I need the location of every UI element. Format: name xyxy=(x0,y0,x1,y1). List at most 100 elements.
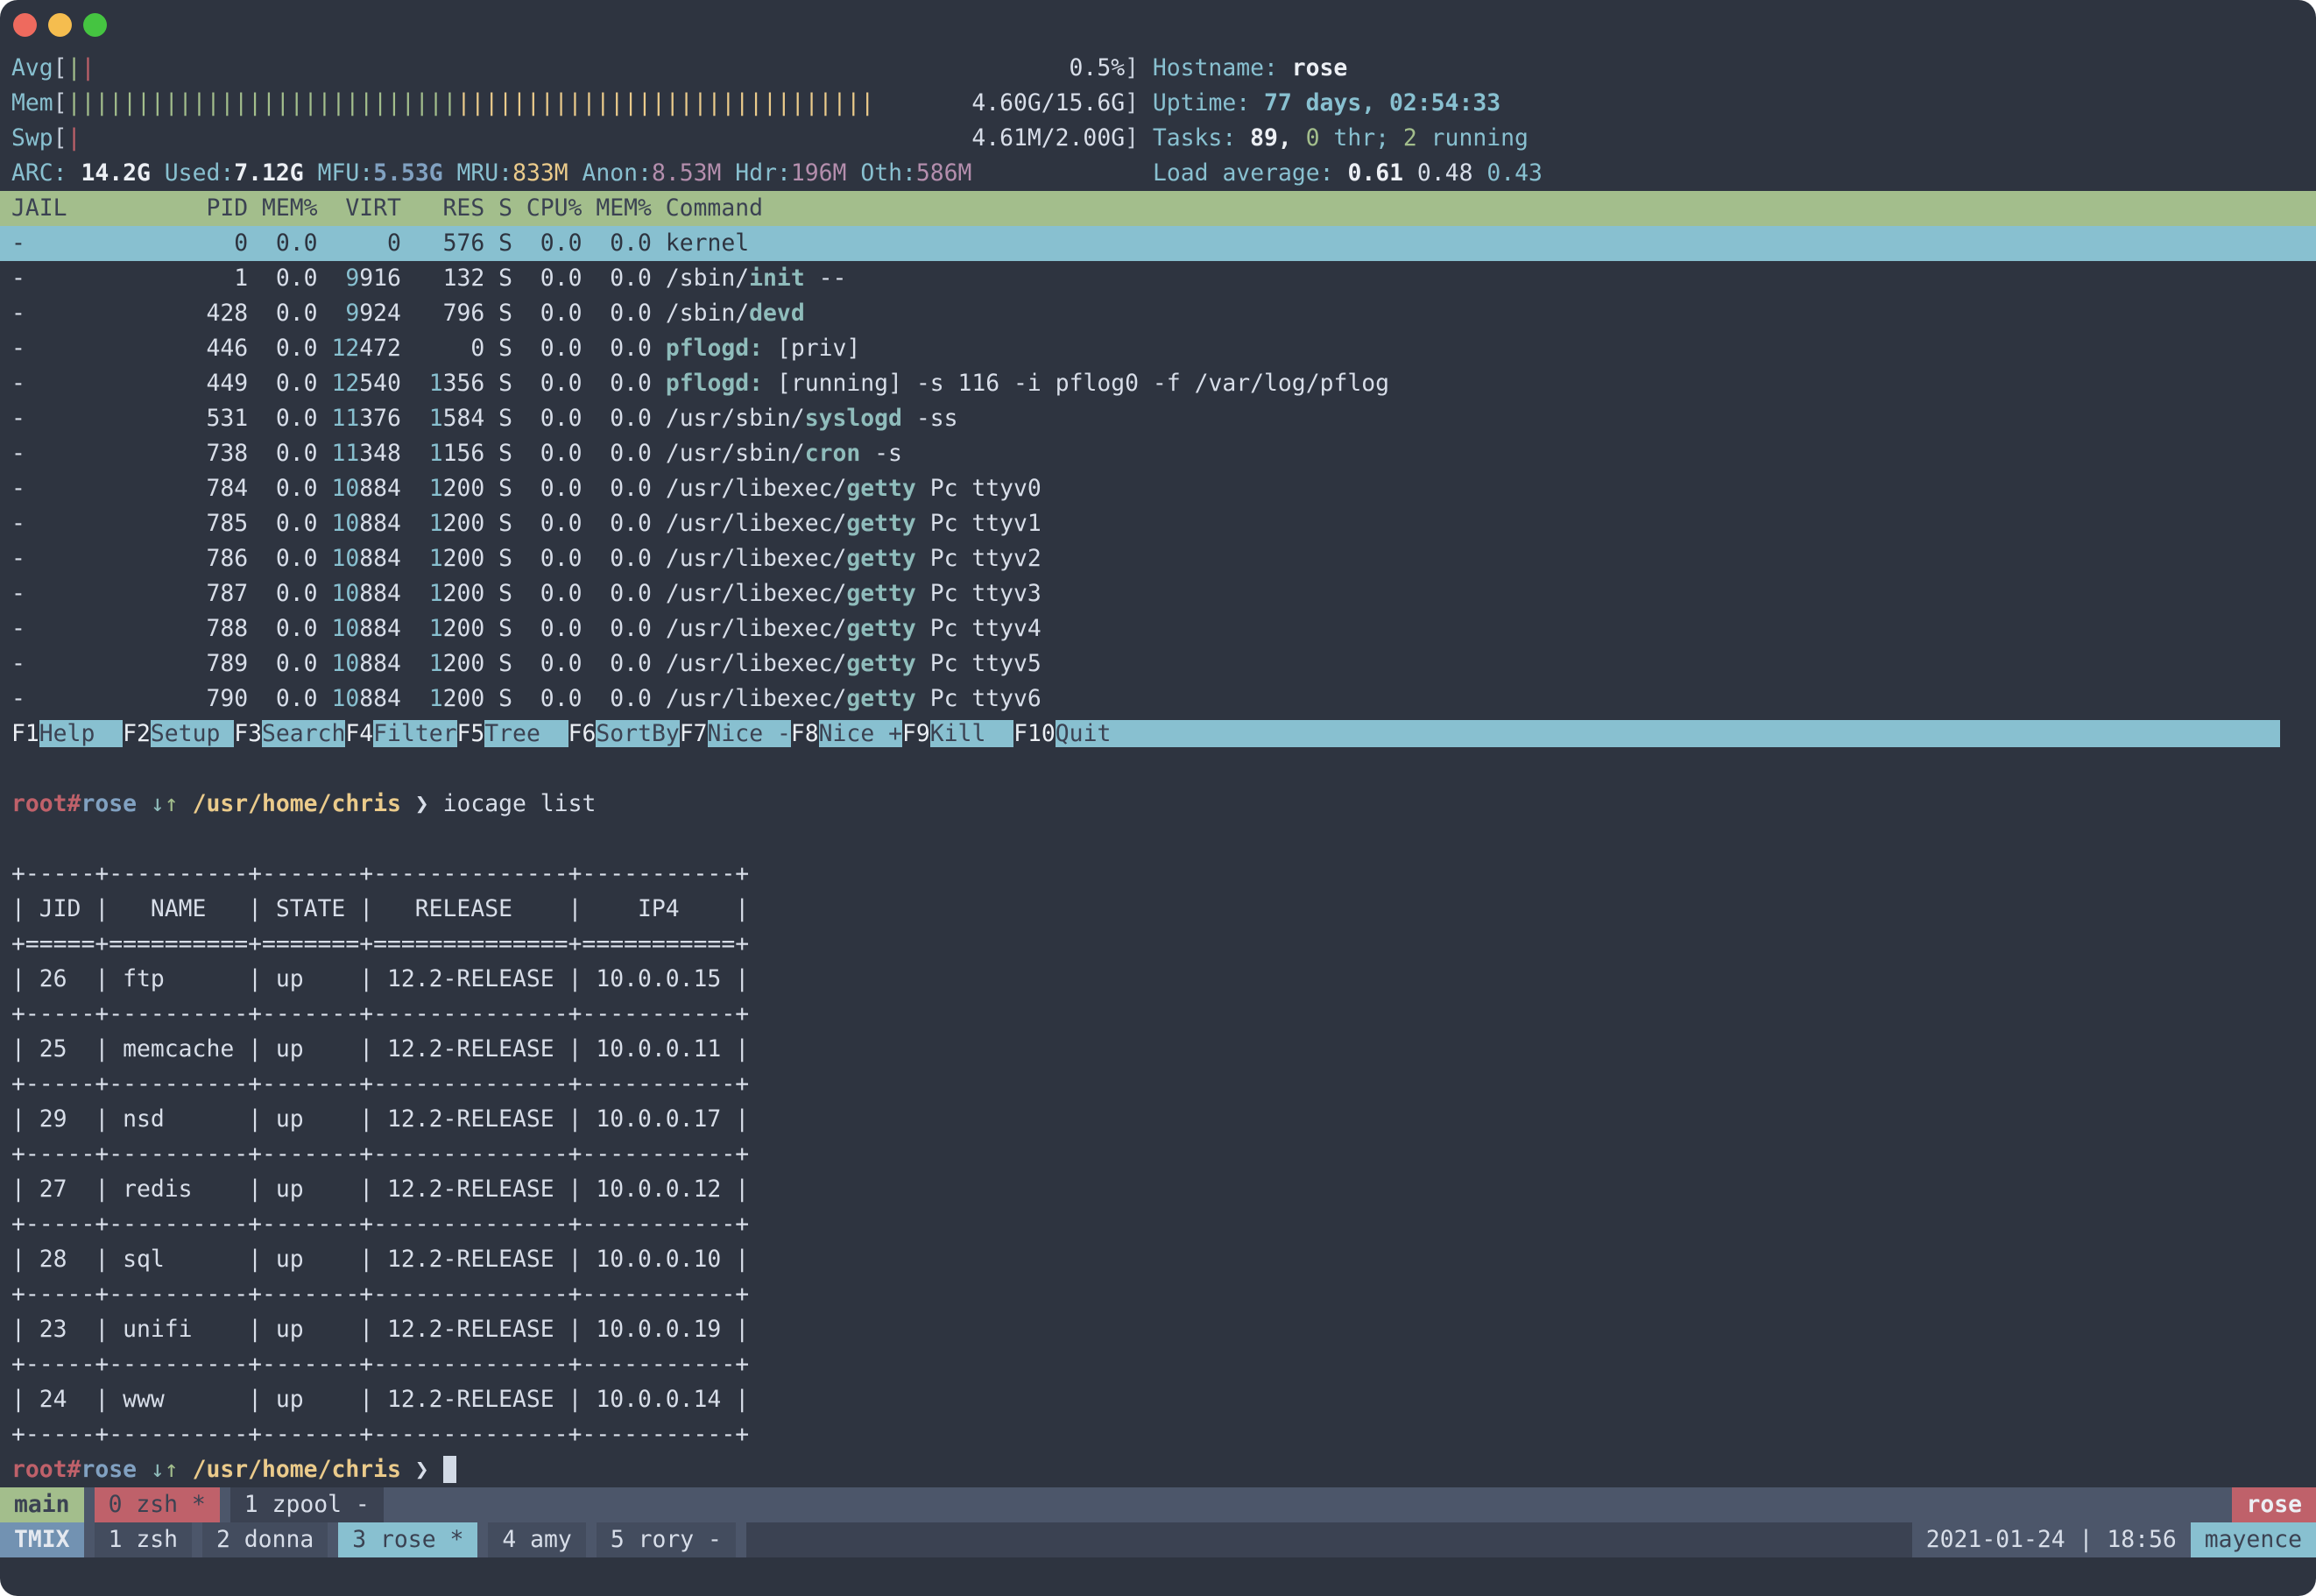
tmux-separator xyxy=(84,1487,95,1522)
prompt-host: rose xyxy=(81,790,137,817)
terminal-text: 0 xyxy=(470,335,484,362)
terminal-text: 884 xyxy=(359,475,401,502)
fkey-f3: F3 xyxy=(234,720,262,747)
fkey-f2: F2 xyxy=(123,720,151,747)
terminal-text xyxy=(179,790,193,817)
terminal-text: rose xyxy=(1292,54,1348,81)
tmux-window-2-donna[interactable]: 2 donna xyxy=(202,1522,328,1557)
process-row-pid-787[interactable]: - 787 0.0 10884 1200 S 0.0 0.0 /usr/libe… xyxy=(0,576,2316,611)
terminal-text: - 789 0.0 xyxy=(11,650,318,677)
terminal-text xyxy=(401,545,429,572)
terminal-text: 4.60G/15.6G xyxy=(874,89,1125,117)
fkey-label-filter[interactable]: Filter xyxy=(373,720,456,747)
fkey-label-kill[interactable]: Kill xyxy=(930,720,1013,747)
process-row-pid-449[interactable]: - 449 0.0 12540 1356 S 0.0 0.0 pflogd: [… xyxy=(0,366,2316,401)
terminal-text: Pc ttyv3 xyxy=(916,580,1041,607)
process-row-pid-786[interactable]: - 786 0.0 10884 1200 S 0.0 0.0 /usr/libe… xyxy=(0,541,2316,576)
terminal-text xyxy=(401,790,415,817)
fkey-label-nice[interactable]: Nice - xyxy=(708,720,791,747)
terminal-text: -s xyxy=(860,440,902,467)
tmux-window-5-rory[interactable]: 5 rory - xyxy=(597,1522,736,1557)
fkey-label-quit[interactable]: Quit xyxy=(1056,720,2280,747)
minimize-button[interactable] xyxy=(48,13,72,37)
terminal-text xyxy=(318,265,346,292)
terminal-text: 1 xyxy=(429,545,443,572)
process-row-pid-790[interactable]: - 790 0.0 10884 1200 S 0.0 0.0 /usr/libe… xyxy=(0,681,2316,717)
terminal-text xyxy=(401,1456,415,1483)
tmux-separator xyxy=(84,1522,95,1557)
terminal-text xyxy=(318,650,332,677)
process-row-pid-738[interactable]: - 738 0.0 11348 1156 S 0.0 0.0 /usr/sbin… xyxy=(0,436,2316,471)
process-row-pid-788[interactable]: - 788 0.0 10884 1200 S 0.0 0.0 /usr/libe… xyxy=(0,611,2316,646)
terminal-text: getty xyxy=(846,685,915,712)
process-row-pid-1[interactable]: - 1 0.0 9916 132 S 0.0 0.0 /sbin/init -- xyxy=(0,261,2316,296)
jail-table-border: +-----+----------+-------+--------------… xyxy=(0,1347,2316,1382)
process-row-pid-446[interactable]: - 446 0.0 12472 0 S 0.0 0.0 pflogd: [pri… xyxy=(0,331,2316,366)
terminal-text xyxy=(318,685,332,712)
terminal-text: getty xyxy=(846,510,915,537)
terminal-text: - 0 0.0 xyxy=(11,230,318,257)
terminal-text: [ xyxy=(53,124,67,152)
process-row-pid-789[interactable]: - 789 0.0 10884 1200 S 0.0 0.0 /usr/libe… xyxy=(0,646,2316,681)
terminal-text: MFU: xyxy=(304,159,373,187)
terminal-text: 7.12G xyxy=(234,159,303,187)
tmux-window-4-amy[interactable]: 4 amy xyxy=(488,1522,585,1557)
process-table-header[interactable]: JAIL PID MEM% VIRT RES S CPU% MEM% Comma… xyxy=(0,191,2316,226)
terminal-text: S 0.0 0.0 xyxy=(484,265,666,292)
fkey-label-nice[interactable]: Nice + xyxy=(819,720,902,747)
maximize-button[interactable] xyxy=(83,13,107,37)
terminal-text: Pc ttyv4 xyxy=(916,615,1041,642)
terminal-text: 884 xyxy=(359,650,401,677)
fkey-label-search[interactable]: Search xyxy=(262,720,345,747)
terminal-text: 14.2G xyxy=(81,159,150,187)
terminal-text: 376 xyxy=(359,405,401,432)
prompt-chevron-icon: ❯ xyxy=(415,1456,429,1483)
terminal-text xyxy=(401,300,443,327)
process-row-pid-531[interactable]: - 531 0.0 11376 1584 S 0.0 0.0 /usr/sbin… xyxy=(0,401,2316,436)
tmux-window-0-zsh[interactable]: 0 zsh * xyxy=(95,1487,220,1522)
close-button[interactable] xyxy=(13,13,37,37)
terminal-text: /usr/libexec/ xyxy=(666,545,847,572)
mem-meter-bars: |||||||||||||||||||||||||||| xyxy=(67,89,457,117)
terminal-text xyxy=(971,159,1139,187)
terminal-text: | 25 | memcache | up | 12.2-RELEASE | 10… xyxy=(11,1035,749,1063)
fkey-label-tree[interactable]: Tree xyxy=(484,720,568,747)
jail-table-header: | JID | NAME | STATE | RELEASE | IP4 | xyxy=(0,892,2316,927)
avg-meter-bars: | xyxy=(67,54,81,81)
terminal-text: /usr/libexec/ xyxy=(666,685,847,712)
terminal-text: 348 xyxy=(359,440,401,467)
titlebar[interactable] xyxy=(0,0,2316,49)
terminal-text: Pc ttyv6 xyxy=(916,685,1041,712)
tmux-session-main[interactable]: main xyxy=(0,1487,84,1522)
process-row-pid-0[interactable]: - 0 0.0 0 576 S 0.0 0.0 kernel xyxy=(0,226,2316,261)
fkey-label-sortby[interactable]: SortBy xyxy=(596,720,679,747)
terminal-text: +=====+==========+=======+==============… xyxy=(11,930,749,957)
tmux-window-1-zsh[interactable]: 1 zsh xyxy=(95,1522,192,1557)
process-row-pid-784[interactable]: - 784 0.0 10884 1200 S 0.0 0.0 /usr/libe… xyxy=(0,471,2316,506)
terminal-text: /usr/libexec/ xyxy=(666,580,847,607)
fkey-label-help[interactable]: Help xyxy=(39,720,123,747)
terminal-text: 0.43 xyxy=(1486,159,1543,187)
terminal-text: - 531 0.0 xyxy=(11,405,318,432)
tmux-session-tmix[interactable]: TMIX xyxy=(0,1522,84,1557)
jail-table-row-redis: | 27 | redis | up | 12.2-RELEASE | 10.0.… xyxy=(0,1172,2316,1207)
tmux-separator xyxy=(328,1522,338,1557)
process-row-pid-785[interactable]: - 785 0.0 10884 1200 S 0.0 0.0 /usr/libe… xyxy=(0,506,2316,541)
tmux-window-1-zpool[interactable]: 1 zpool - xyxy=(230,1487,384,1522)
fkey-label-setup[interactable]: Setup xyxy=(151,720,234,747)
terminal-text: pflogd: xyxy=(666,335,763,362)
terminal-text: 884 xyxy=(359,685,401,712)
fkey-f9: F9 xyxy=(902,720,930,747)
shell-prompt-cursor-line[interactable]: root#rose ↓↑ /usr/home/chris ❯ xyxy=(0,1452,2316,1487)
arrow-up-icon: ↑ xyxy=(165,790,179,817)
terminal-text: 0 xyxy=(1306,124,1320,152)
terminal-screen: Avg[|| 0.5%] Hostname: roseMem[|||||||||… xyxy=(0,49,2316,1487)
tmux-window-3-rose-active[interactable]: 3 rose * xyxy=(338,1522,477,1557)
tmux-separator xyxy=(586,1522,597,1557)
terminal-text: 586M xyxy=(916,159,972,187)
function-key-bar[interactable]: F1Help F2Setup F3SearchF4FilterF5Tree F6… xyxy=(0,717,2316,752)
terminal-text xyxy=(401,370,429,397)
tmux-hostname-rose: rose xyxy=(2232,1487,2316,1522)
process-row-pid-428[interactable]: - 428 0.0 9924 796 S 0.0 0.0 /sbin/devd xyxy=(0,296,2316,331)
terminal-text: thr; xyxy=(1320,124,1403,152)
